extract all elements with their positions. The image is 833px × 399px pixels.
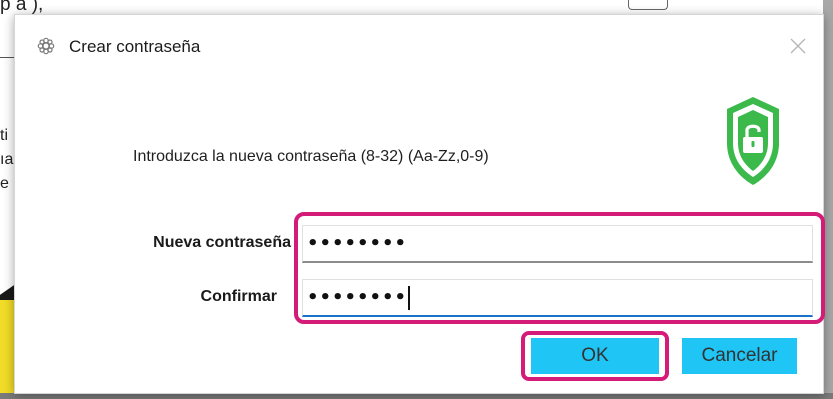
password-prompt: Introduzca la nueva contraseña (8-32) (A… <box>133 148 489 165</box>
close-icon[interactable] <box>785 33 811 59</box>
confirm-password-value: •••••••• <box>307 287 408 308</box>
new-password-field[interactable]: •••••••• <box>302 225 813 263</box>
background-side-text: e <box>0 175 9 192</box>
background-bracket <box>628 0 668 10</box>
title-bar[interactable]: Crear contraseña <box>15 15 823 77</box>
create-password-dialog: Crear contraseña Introduzca la nueva con… <box>14 14 825 394</box>
new-password-label: Nueva contraseña <box>153 234 291 251</box>
background-side-text: ıa <box>0 151 14 168</box>
shield-unlocked-icon <box>723 93 783 189</box>
text-caret <box>408 286 411 310</box>
cancel-button[interactable]: Cancelar <box>682 338 797 374</box>
confirm-password-field[interactable]: •••••••• <box>302 279 813 317</box>
gear-flower-icon <box>37 37 55 55</box>
confirm-password-label: Confirmar <box>200 288 277 305</box>
background-edge <box>823 0 833 399</box>
dialog-title: Crear contraseña <box>69 37 201 56</box>
ok-button[interactable]: OK <box>531 338 659 374</box>
new-password-value: •••••••• <box>307 233 408 254</box>
background-side-text: ti <box>0 127 8 144</box>
